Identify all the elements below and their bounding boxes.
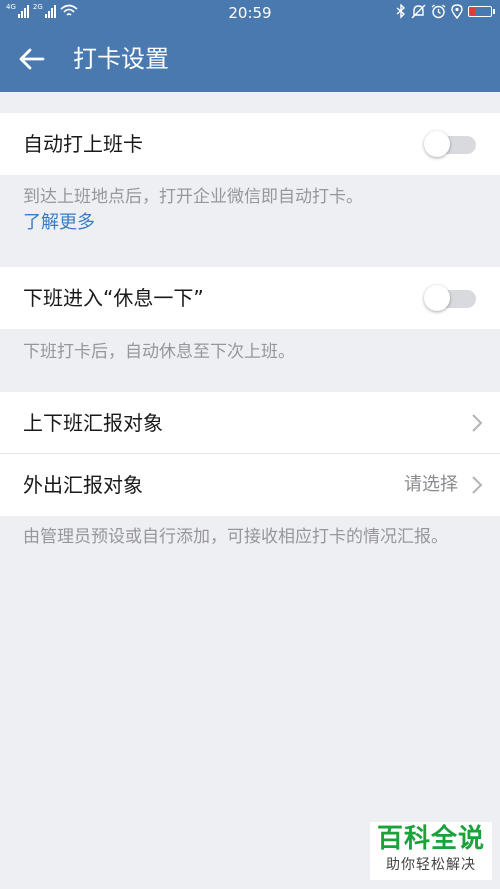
rest-section: 下班进入“休息一下” bbox=[0, 267, 500, 329]
report-outing-value: 请选择 bbox=[404, 474, 458, 495]
auto-clock-in-toggle[interactable] bbox=[424, 131, 476, 157]
auto-clock-in-label: 自动打上班卡 bbox=[23, 132, 143, 156]
arrow-left-icon bbox=[19, 48, 45, 70]
auto-clock-in-section: 自动打上班卡 bbox=[0, 113, 500, 175]
mute-bell-icon bbox=[411, 4, 426, 19]
status-bar: 4G 2G 20:59 bbox=[0, 0, 500, 26]
location-icon bbox=[451, 4, 463, 19]
report-section: 上下班汇报对象 外出汇报对象 请选择 bbox=[0, 392, 500, 516]
battery-level bbox=[470, 8, 475, 15]
watermark-sub: 助你轻松解决 bbox=[386, 857, 476, 873]
chevron-right-icon bbox=[472, 414, 483, 432]
report-row-work[interactable]: 上下班汇报对象 bbox=[0, 392, 500, 454]
rest-toggle[interactable] bbox=[424, 285, 476, 311]
bluetooth-icon bbox=[396, 4, 406, 19]
auto-clock-in-hint: 到达上班地点后，打开企业微信即自动打卡。 bbox=[23, 187, 363, 207]
report-outing-label: 外出汇报对象 bbox=[23, 473, 143, 497]
report-work-label: 上下班汇报对象 bbox=[23, 411, 163, 435]
page-title: 打卡设置 bbox=[73, 45, 169, 73]
toggle-knob bbox=[424, 131, 450, 157]
auto-clock-in-row: 自动打上班卡 bbox=[0, 113, 500, 175]
watermark-main: 百科全说 bbox=[376, 824, 485, 854]
watermark-logo: 百科全说 助你轻松解决 bbox=[370, 822, 492, 880]
alarm-clock-icon bbox=[431, 4, 446, 19]
nav-bar: 打卡设置 bbox=[0, 26, 500, 92]
status-icons bbox=[396, 4, 495, 19]
report-hint: 由管理员预设或自行添加，可接收相应打卡的情况汇报。 bbox=[23, 527, 448, 547]
battery-icon bbox=[468, 6, 495, 17]
toggle-knob bbox=[424, 285, 450, 311]
rest-row: 下班进入“休息一下” bbox=[0, 267, 500, 329]
report-row-outing[interactable]: 外出汇报对象 请选择 bbox=[0, 454, 500, 516]
learn-more-link[interactable]: 了解更多 bbox=[23, 211, 95, 235]
rest-label: 下班进入“休息一下” bbox=[23, 286, 204, 310]
back-button[interactable] bbox=[14, 43, 50, 75]
rest-hint: 下班打卡后，自动休息至下次上班。 bbox=[23, 342, 295, 362]
chevron-right-icon bbox=[472, 476, 483, 494]
